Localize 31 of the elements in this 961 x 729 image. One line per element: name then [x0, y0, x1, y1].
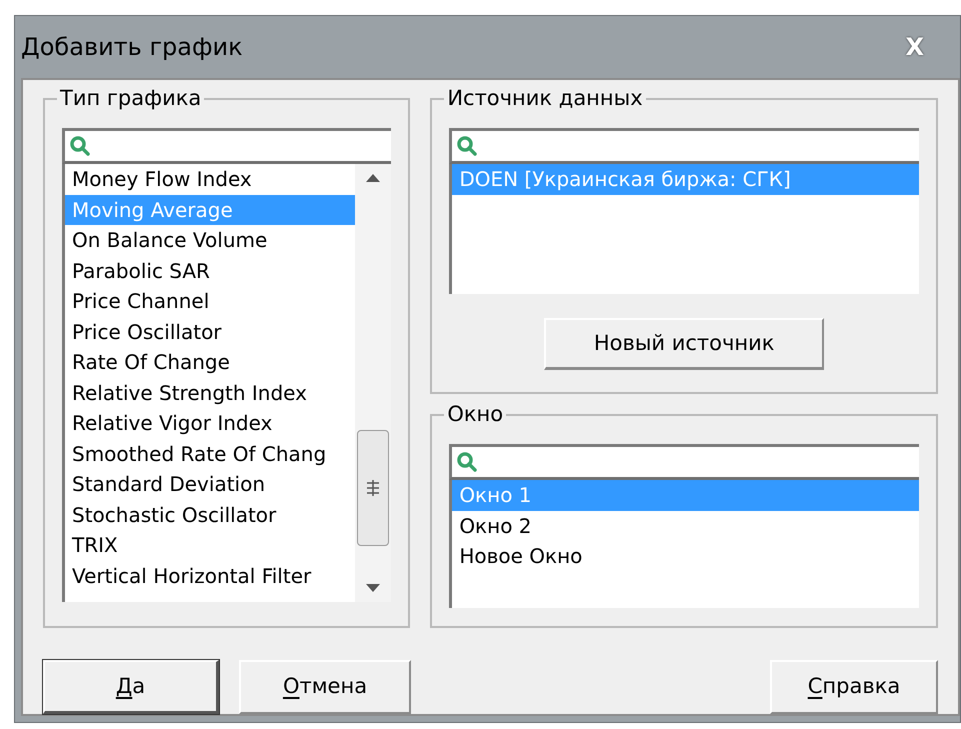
list-item[interactable]: Price Channel	[65, 286, 356, 316]
search-field[interactable]	[449, 444, 919, 480]
list-item[interactable]: On Balance Volume	[65, 225, 356, 256]
list-item[interactable]: Relative Vigor Index	[65, 408, 356, 438]
list-item[interactable]: TRIX	[65, 530, 356, 560]
scroll-thumb[interactable]	[357, 430, 390, 546]
search-field[interactable]	[62, 128, 392, 164]
list-item[interactable]: Rate Of Change	[65, 347, 356, 378]
scrollbar[interactable]	[355, 164, 392, 602]
grip-icon	[367, 480, 380, 496]
dialog-button[interactable]: Справка	[770, 660, 938, 714]
list-item[interactable]: Money Flow Index	[65, 164, 356, 194]
search-icon	[456, 451, 478, 473]
list-item[interactable]: Relative Strength Index	[65, 378, 356, 408]
dialog-button[interactable]: Да	[43, 660, 219, 714]
window-title: Добавить график	[21, 32, 243, 63]
list-item[interactable]: Price Oscillator	[65, 316, 356, 347]
search-icon	[456, 135, 478, 157]
list-item[interactable]: Standard Deviation	[65, 469, 356, 500]
dialog-button[interactable]: Отмена	[239, 660, 411, 714]
list-item[interactable]: Smoothed Rate Of Chang	[65, 438, 356, 469]
list-item[interactable]: Окно 2	[452, 510, 919, 541]
search-icon	[69, 135, 91, 157]
list-item[interactable]: Vertical Horizontal Filter	[65, 560, 356, 591]
new-source-button[interactable]: Новый источник	[544, 318, 824, 370]
scroll-up-icon[interactable]	[366, 174, 380, 182]
scroll-down-icon[interactable]	[366, 584, 380, 592]
search-field[interactable]	[449, 128, 919, 164]
list-item[interactable]: Parabolic SAR	[65, 256, 356, 286]
list-item[interactable]: Stochastic Oscillator	[65, 500, 356, 530]
list-item[interactable]: Новое Окно	[452, 541, 919, 572]
